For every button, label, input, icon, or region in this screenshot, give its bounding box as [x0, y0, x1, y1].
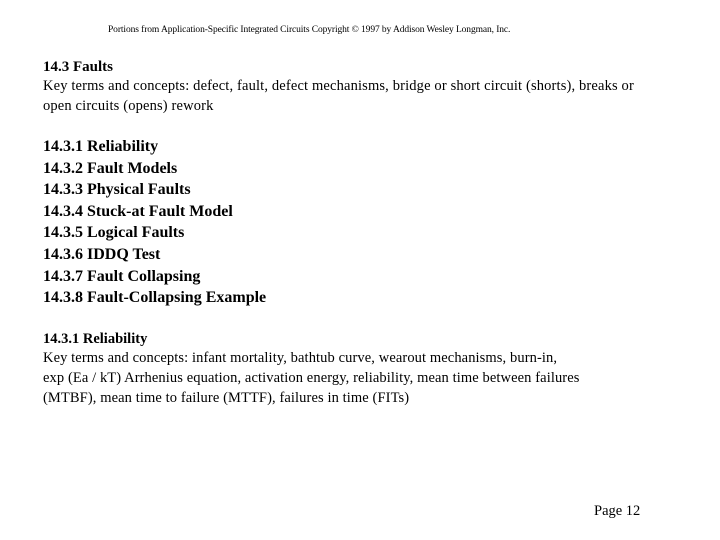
key-terms-paragraph: Key terms and concepts: defect, fault, d…: [43, 76, 693, 116]
reliability-section: 14.3.1 Reliability Key terms and concept…: [43, 330, 693, 408]
key-terms-line: Key terms and concepts: defect, fault, d…: [43, 78, 634, 94]
key-terms-line: exp (Ea / kT) Arrhenius equation, activa…: [43, 370, 580, 386]
faults-intro-section: 14.3 Faults Key terms and concepts: defe…: [43, 58, 693, 116]
page-number: Page 12: [594, 503, 641, 519]
copyright-notice: Portions from Application-Specific Integ…: [108, 25, 511, 35]
key-terms-paragraph: Key terms and concepts: infant mortality…: [43, 348, 693, 408]
table-of-contents: 14.3.1 Reliability 14.3.2 Fault Models 1…: [43, 136, 693, 309]
toc-item-stuck-at-fault-model: 14.3.4 Stuck-at Fault Model: [43, 202, 233, 220]
key-terms-line: open circuits (opens) rework: [43, 98, 214, 114]
subsection-heading: 14.3.1 Reliability: [43, 331, 148, 347]
toc-item-iddq-test: 14.3.6 IDDQ Test: [43, 245, 161, 263]
section-heading: 14.3 Faults: [43, 59, 114, 75]
toc-item-reliability: 14.3.1 Reliability: [43, 138, 159, 155]
toc-item-fault-collapsing: 14.3.7 Fault Collapsing: [43, 267, 201, 285]
toc-item-fault-collapsing-example: 14.3.8 Fault-Collapsing Example: [43, 289, 267, 307]
toc-item-physical-faults: 14.3.3 Physical Faults: [43, 181, 191, 199]
toc-item-logical-faults: 14.3.5 Logical Faults: [43, 224, 185, 242]
toc-item-fault-models: 14.3.2 Fault Models: [43, 159, 178, 177]
key-terms-line: Key terms and concepts: infant mortality…: [43, 350, 558, 366]
key-terms-line: (MTBF), mean time to failure (MTTF), fai…: [43, 390, 410, 406]
